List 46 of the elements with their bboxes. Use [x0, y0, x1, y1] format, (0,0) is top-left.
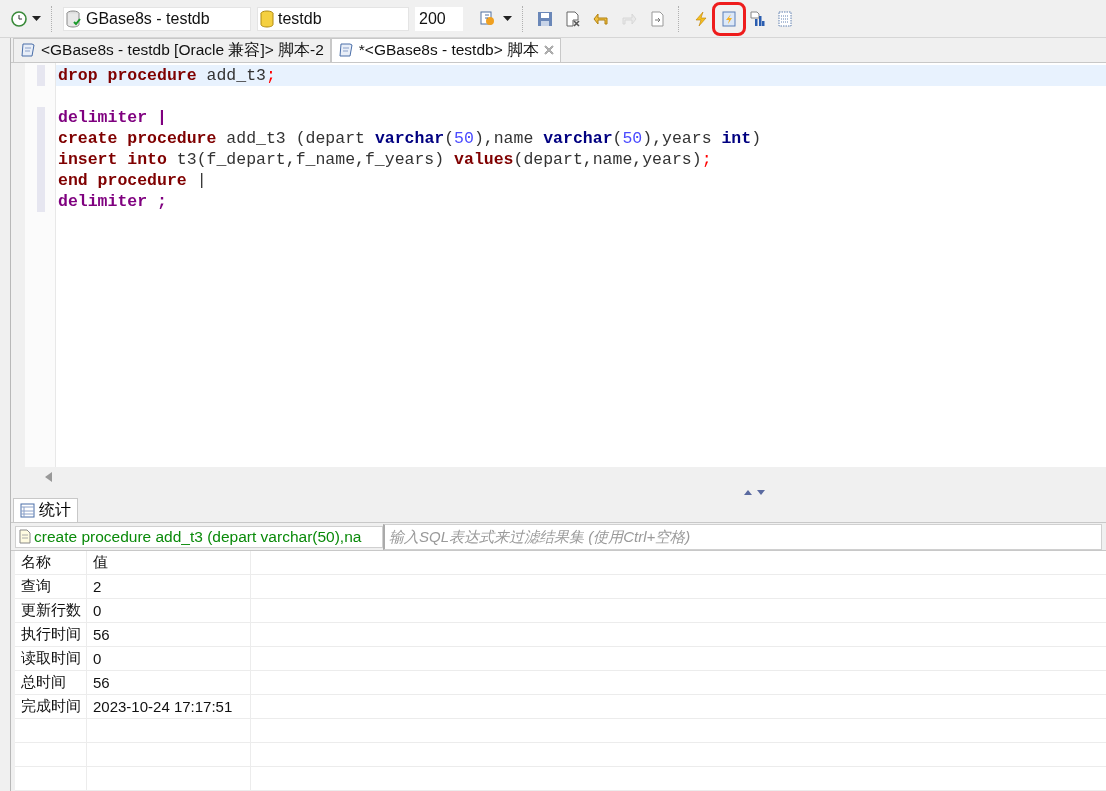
column-header: 名称 [20, 552, 52, 572]
maximize-restore-icon[interactable] [744, 489, 766, 497]
script-lightning-icon [721, 10, 737, 27]
database-icon [260, 9, 274, 28]
document-clear-icon [565, 10, 581, 27]
table-cell-text: 0 [92, 601, 103, 621]
table-cell-text: 2 [92, 577, 103, 597]
statistics-tab[interactable]: 统计 [13, 498, 78, 522]
table-cell-text: 读取时间 [20, 648, 82, 668]
query-label: create procedure add_t3 (depart varchar(50),na [15, 525, 383, 548]
code-line: delimiter ; [57, 190, 168, 212]
script-document-icon [20, 42, 36, 59]
code-line: insert into t3(f_depart,f_name,f_years) values(depart,name,years); [57, 148, 713, 170]
filter-field[interactable]: 输入SQL表达式来过滤结果集 (使用Ctrl+空格) [383, 523, 1102, 550]
history-dropdown[interactable] [10, 9, 41, 28]
table-cell-text: 更新行数 [20, 600, 82, 620]
database-selector[interactable]: testdb [257, 6, 409, 31]
table-cell-text: 总时间 [20, 672, 67, 692]
code-line: delimiter | [57, 106, 168, 128]
connection-selector[interactable]: GBase8s - testdb [63, 6, 251, 31]
editor-tab[interactable]: <GBase8s - testdb [Oracle 兼容]> 脚本-2 [13, 38, 331, 62]
code-line: create procedure add_t3 (depart varchar(50),name varchar(50),years int) [57, 127, 763, 149]
table-cell-text: 2023-10-24 17:17:51 [92, 697, 234, 717]
script-document-icon [337, 42, 354, 59]
table-grid-icon [777, 10, 793, 27]
table-cell-text: 56 [92, 625, 111, 645]
document-icon [19, 529, 31, 544]
close-icon[interactable] [544, 45, 555, 56]
table-cell-text: 56 [92, 673, 111, 693]
table-cell-text: 0 [92, 649, 103, 669]
code-line: end procedure | [57, 169, 208, 191]
table-cell-text: 执行时间 [20, 624, 82, 644]
transaction-dropdown[interactable] [479, 9, 512, 28]
table-cell-text: 完成时间 [20, 696, 82, 716]
table-cell-text: 查询 [20, 576, 52, 596]
column-header: 值 [92, 552, 109, 572]
bar-chart-icon [749, 10, 765, 27]
caret-icon [503, 16, 512, 21]
scroll-left-icon[interactable] [45, 471, 52, 482]
lightning-icon [693, 10, 709, 27]
editor-tab[interactable]: *<GBase8s - testdb> 脚本 [330, 38, 562, 62]
caret-icon [32, 16, 41, 21]
document-arrow-icon [649, 10, 665, 27]
table-icon [20, 503, 35, 519]
database-check-icon [66, 9, 82, 28]
row-limit-field[interactable]: 200 [415, 6, 463, 31]
